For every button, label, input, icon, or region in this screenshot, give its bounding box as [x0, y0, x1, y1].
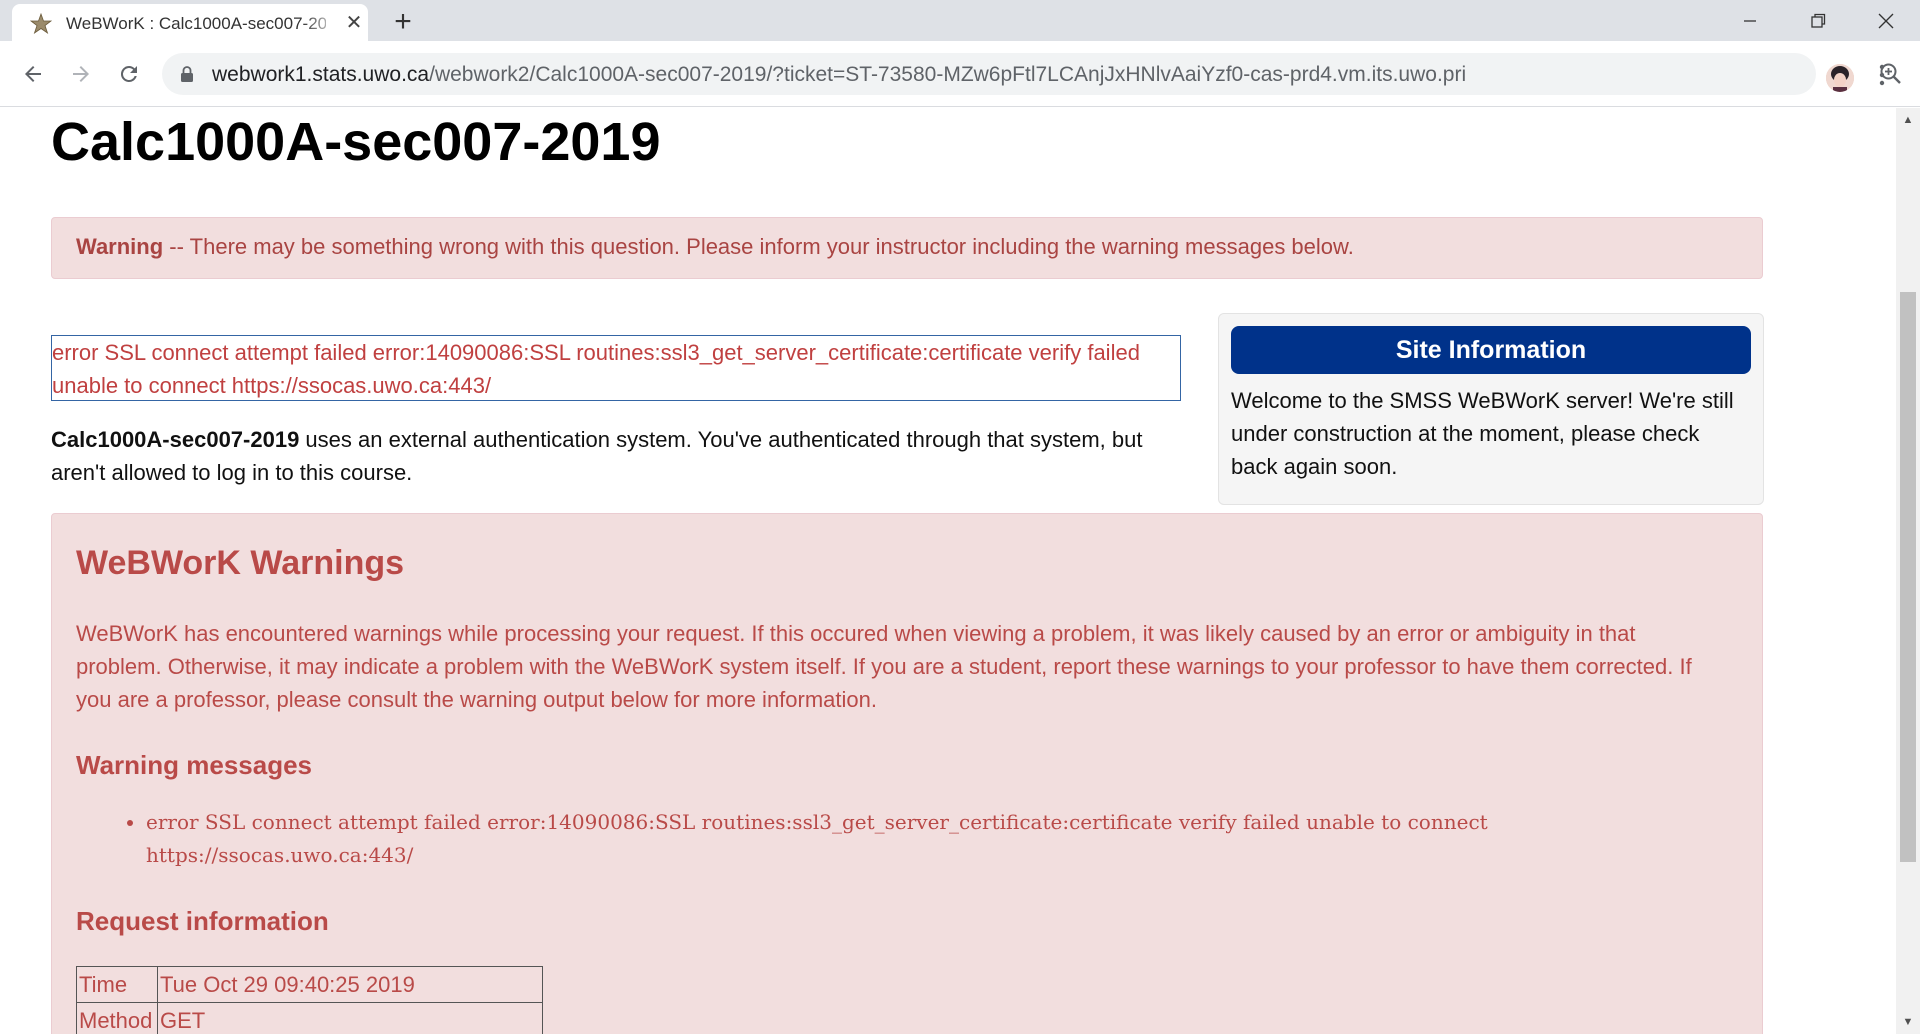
- close-icon[interactable]: ✕: [342, 11, 366, 35]
- warning-alert: Warning -- There may be something wrong …: [51, 217, 1763, 279]
- request-key: Time: [76, 966, 158, 1003]
- address-bar[interactable]: webwork1.stats.uwo.ca/webwork2/Calc1000A…: [162, 53, 1901, 95]
- url-path: /webwork2/Calc1000A-sec007-2019/?ticket=…: [429, 63, 1467, 86]
- site-info-body: Welcome to the SMSS WeBWorK server! We'r…: [1231, 388, 1734, 479]
- browser-toolbar: webwork1.stats.uwo.ca/webwork2/Calc1000A…: [0, 41, 1920, 107]
- page-scrollbar[interactable]: ▲ ▼: [1896, 108, 1920, 1034]
- request-value: GET: [157, 1002, 543, 1034]
- forward-icon[interactable]: [64, 57, 98, 91]
- site-info-header: Site Information: [1231, 326, 1751, 374]
- tab-title: WeBWorK : Calc1000A-sec007-2019: [66, 14, 326, 33]
- maximize-icon[interactable]: [1788, 0, 1848, 41]
- webwork-warnings-title: WeBWorK Warnings: [76, 544, 405, 582]
- webwork-warnings-panel: WeBWorK Warnings WeBWorK has encountered…: [51, 513, 1763, 1034]
- warning-message-item: error SSL connect attempt failed error:1…: [146, 806, 1746, 872]
- warning-messages-heading: Warning messages: [76, 750, 313, 780]
- table-row: Time Tue Oct 29 09:40:25 2019: [76, 966, 543, 1003]
- warning-label: Warning: [76, 234, 164, 259]
- warning-text: -- There may be something wrong with thi…: [163, 234, 1354, 259]
- ssl-error-message: error SSL connect attempt failed error:1…: [51, 335, 1181, 401]
- avatar[interactable]: [1826, 64, 1854, 92]
- webwork-warnings-intro: WeBWorK has encountered warnings while p…: [76, 621, 1692, 712]
- request-information-heading: Request information: [76, 906, 329, 936]
- menu-icon[interactable]: [1876, 63, 1888, 93]
- request-key: Method: [76, 1002, 158, 1034]
- back-icon[interactable]: [16, 57, 50, 91]
- minimize-icon[interactable]: [1720, 0, 1780, 41]
- tab-strip: WeBWorK : Calc1000A-sec007-2019 ✕ +: [0, 0, 1920, 41]
- auth-course-name: Calc1000A-sec007-2019: [51, 427, 300, 452]
- auth-message: Calc1000A-sec007-2019 uses an external a…: [51, 423, 1181, 489]
- scroll-down-icon[interactable]: ▼: [1896, 1010, 1920, 1034]
- page-content: Calc1000A-sec007-2019 Warning -- There m…: [0, 107, 1896, 1034]
- page-title: Calc1000A-sec007-2019: [51, 112, 661, 172]
- table-row: Method GET: [76, 1002, 543, 1034]
- new-tab-button[interactable]: +: [386, 6, 420, 40]
- favicon-icon: [30, 13, 52, 35]
- reload-icon[interactable]: [112, 57, 146, 91]
- url-host: webwork1.stats.uwo.ca: [212, 63, 430, 86]
- warning-messages-list: error SSL connect attempt failed error:1…: [112, 806, 1746, 872]
- scrollbar-thumb[interactable]: [1900, 292, 1916, 862]
- scroll-up-icon[interactable]: ▲: [1896, 108, 1920, 132]
- lock-icon: [181, 66, 193, 82]
- request-information-table: Time Tue Oct 29 09:40:25 2019 Method GET: [76, 966, 543, 1034]
- tab-title-fade: [302, 10, 342, 38]
- site-info-panel: Site Information Welcome to the SMSS WeB…: [1218, 313, 1764, 505]
- browser-tab[interactable]: WeBWorK : Calc1000A-sec007-2019 ✕: [12, 4, 368, 41]
- window-close-icon[interactable]: [1856, 0, 1916, 41]
- url-text: webwork1.stats.uwo.ca/webwork2/Calc1000A…: [212, 63, 1466, 87]
- request-value: Tue Oct 29 09:40:25 2019: [157, 966, 543, 1003]
